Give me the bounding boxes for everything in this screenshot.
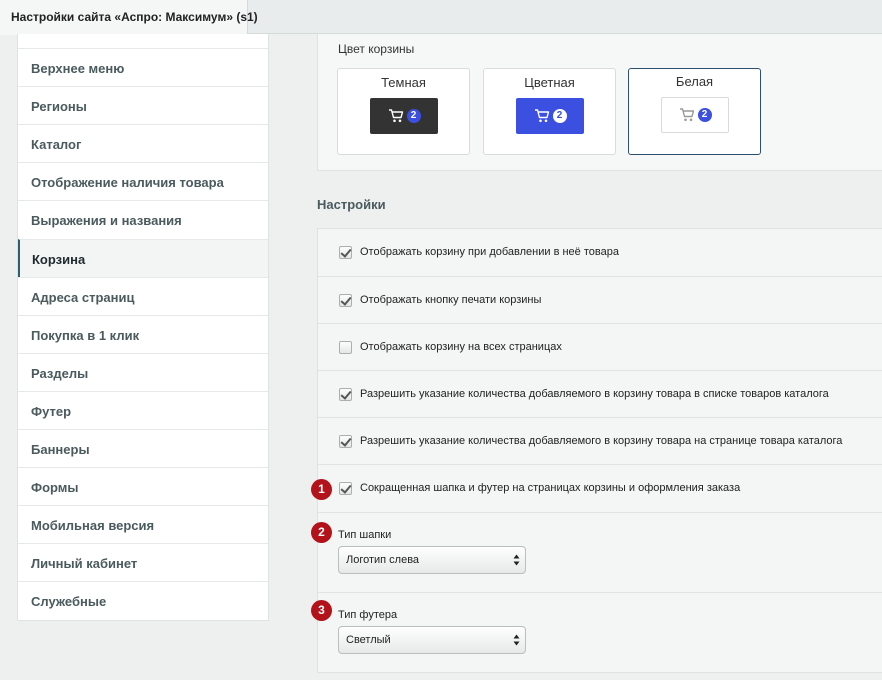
setting-label: Отображать корзину на всех страницах: [360, 341, 562, 353]
cart-color-option-title: Цветная: [524, 75, 575, 90]
cart-count-badge: 2: [406, 109, 421, 123]
sidebar-item-account[interactable]: Личный кабинет: [18, 543, 268, 581]
marker-2: 2: [311, 522, 332, 543]
tab-bar: Настройки сайта «Аспро: Максимум» (s1): [0, 0, 882, 35]
sidebar-item-banners[interactable]: Баннеры: [18, 429, 268, 467]
setting-label: Сокращенная шапка и футер на страницах к…: [360, 482, 741, 494]
select-arrows-icon: [513, 634, 520, 646]
setting-row: Отображать кнопку печати корзины: [318, 276, 882, 323]
sidebar-item-regions[interactable]: Регионы: [18, 86, 268, 124]
setting-label: Отображать кнопку печати корзины: [360, 294, 542, 306]
cart-color-label: Цвет корзины: [338, 42, 415, 56]
footer-type-label: Тип футера: [338, 609, 398, 621]
marker-3: 3: [311, 600, 332, 621]
sidebar-item-cart[interactable]: Корзина: [18, 239, 268, 277]
show-cart-on-add-checkbox[interactable]: [339, 246, 352, 259]
setting-row: Разрешить указание количества добавляемо…: [318, 417, 882, 464]
setting-label: Разрешить указание количества добавляемо…: [360, 435, 843, 447]
sidebar-item-phrases[interactable]: Выражения и названия: [18, 200, 268, 238]
select-arrows-icon: [513, 554, 520, 566]
sidebar-item-top-menu[interactable]: Верхнее меню: [18, 48, 268, 86]
setting-row: Разрешить указание количества добавляемо…: [318, 370, 882, 417]
cart-color-option-dark[interactable]: Темная 2: [337, 68, 470, 155]
setting-row: Сокращенная шапка и футер на страницах к…: [318, 464, 882, 511]
setting-row: Отображать корзину на всех страницах: [318, 323, 882, 370]
quantity-in-list-checkbox[interactable]: [339, 388, 352, 401]
header-type-value: Логотип слева: [346, 554, 420, 566]
cart-icon: [679, 108, 694, 122]
quantity-on-product-page-checkbox[interactable]: [339, 435, 352, 448]
sidebar-item-service[interactable]: Служебные: [18, 581, 268, 619]
cart-preview-dark: 2: [370, 98, 438, 134]
show-print-button-checkbox[interactable]: [339, 294, 352, 307]
sidebar-item-page-addresses[interactable]: Адреса страниц: [18, 277, 268, 315]
cart-preview-colored: 2: [516, 98, 584, 134]
header-type-select[interactable]: Логотип слева: [338, 546, 526, 574]
cart-color-option-colored[interactable]: Цветная 2: [483, 68, 616, 155]
cart-count-badge: 2: [552, 109, 567, 123]
show-cart-all-pages-checkbox[interactable]: [339, 341, 352, 354]
sidebar: Верхнее меню Регионы Каталог Отображение…: [17, 34, 269, 621]
cart-count-badge: 2: [697, 108, 712, 122]
footer-type-select[interactable]: Светлый: [338, 626, 526, 654]
settings-panel: Отображать корзину при добавлении в неё …: [317, 228, 882, 673]
sidebar-item-catalog[interactable]: Каталог: [18, 124, 268, 162]
sidebar-item-mobile[interactable]: Мобильная версия: [18, 505, 268, 543]
marker-1: 1: [311, 479, 332, 500]
cart-color-option-title: Темная: [381, 75, 426, 90]
sidebar-item-footer[interactable]: Футер: [18, 391, 268, 429]
sidebar-item-sections[interactable]: Разделы: [18, 353, 268, 391]
cart-color-option-white[interactable]: Белая 2: [628, 68, 761, 155]
header-type-label: Тип шапки: [338, 529, 392, 541]
cart-color-option-title: Белая: [675, 74, 714, 89]
cart-preview-white: 2: [661, 97, 729, 133]
cart-icon: [388, 109, 403, 123]
sidebar-item-stock-display[interactable]: Отображение наличия товара: [18, 162, 268, 200]
short-header-footer-checkbox[interactable]: [339, 482, 352, 495]
settings-title: Настройки: [317, 197, 386, 212]
setting-row: Отображать корзину при добавлении в неё …: [318, 229, 882, 276]
setting-label: Отображать корзину при добавлении в неё …: [360, 246, 619, 258]
setting-label: Разрешить указание количества добавляемо…: [360, 388, 829, 400]
sidebar-item-forms[interactable]: Формы: [18, 467, 268, 505]
footer-type-value: Светлый: [346, 634, 391, 646]
sidebar-item-one-click[interactable]: Покупка в 1 клик: [18, 315, 268, 353]
settings-tab[interactable]: Настройки сайта «Аспро: Максимум» (s1): [0, 0, 258, 35]
cart-icon: [534, 109, 549, 123]
